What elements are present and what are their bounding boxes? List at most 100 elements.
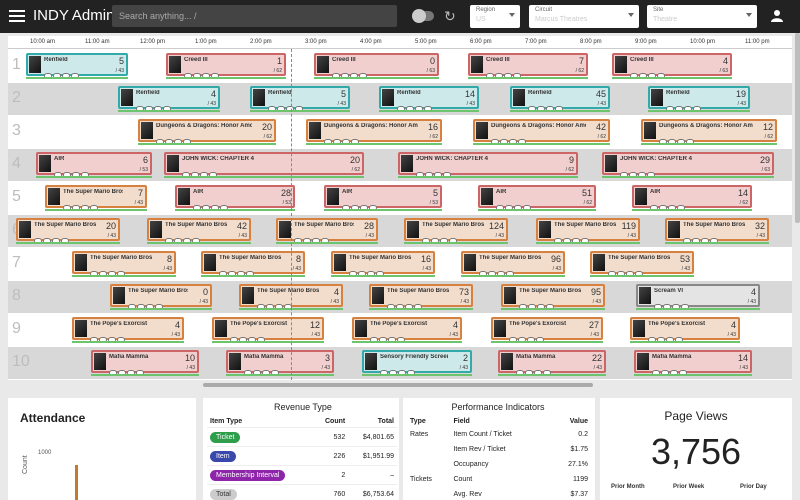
site-select[interactable]: Site Theatre xyxy=(647,5,757,28)
poster-thumbnail xyxy=(253,89,265,106)
showtime-card[interactable]: Renfield 5 / 43 xyxy=(26,53,128,79)
showtime-card[interactable]: Mafia Mamma 3 / 43 xyxy=(226,350,334,376)
showtime-card[interactable]: AIR 51 / 62 xyxy=(478,185,596,211)
showtime-card[interactable]: The Super Mario Bros... 16 / 43 xyxy=(331,251,435,277)
showtime-card[interactable]: The Super Mario Bros. M... 7 / 43 xyxy=(45,185,147,211)
showtime-card[interactable]: Renfield 4 / 43 xyxy=(118,86,220,112)
showtime-card[interactable]: The Super Mario Bros... 119 / 43 xyxy=(536,218,640,244)
indicator-type xyxy=(407,457,450,472)
showtime-card[interactable]: Mafia Mamma 14 / 43 xyxy=(634,350,752,376)
ticket-count: 4 xyxy=(730,320,736,330)
showtime-card[interactable]: Renfield 14 / 43 xyxy=(379,86,479,112)
showtime-card[interactable]: The Super Mario Bros... 42 / 43 xyxy=(147,218,251,244)
screen-number: 2 xyxy=(12,89,21,106)
showtime-card[interactable]: The Pope's Exorcist 4 / 43 xyxy=(352,317,462,343)
showtime-card[interactable]: Dungeons & Dragons: Honor Among Thi... 20… xyxy=(138,119,276,145)
showtime-card[interactable]: The Super Mario Bros... 20 / 43 xyxy=(16,218,120,244)
showtime-card[interactable]: Creed III 1 / 62 xyxy=(166,53,286,79)
seat-capacity: / 43 xyxy=(207,101,216,107)
poster-thumbnail xyxy=(167,155,179,172)
circuit-select[interactable]: Circuit Marcus Theatres xyxy=(529,5,639,28)
showtime-card[interactable]: JOHN WICK: CHAPTER 4 20 / 62 xyxy=(164,152,364,178)
showtime-card[interactable]: The Super Mario Bros... 53 / 43 xyxy=(590,251,694,277)
occupancy-bar xyxy=(352,341,462,343)
indicator-field: Occupancy xyxy=(453,461,489,468)
showtime-title: Dungeons & Dragons: Honor Among Thi... xyxy=(324,123,418,129)
showtime-card[interactable]: Creed III 4 / 63 xyxy=(612,53,732,79)
showtime-title: The Super Mario Bros... xyxy=(554,222,616,228)
showtime-card[interactable]: AIR 14 / 62 xyxy=(632,185,752,211)
showtime-card[interactable]: Mafia Mamma 10 / 43 xyxy=(91,350,199,376)
format-badges xyxy=(387,297,437,310)
showtime-card[interactable]: The Super Mario Bros... 8 / 43 xyxy=(201,251,305,277)
showtime-card[interactable]: Dungeons & Dragons: Honor Among Thi... 16… xyxy=(306,119,442,145)
format-badges xyxy=(491,132,541,145)
time-tick: 2:00 pm xyxy=(250,39,272,45)
time-axis: 10:00 am 11:00 am 12:00 pm 1:00 pm 2:00 pm 3:… xyxy=(8,36,792,49)
timeline-scrollbar[interactable] xyxy=(203,383,593,387)
indicator-value: $7.37 xyxy=(570,491,588,498)
col-field: Field xyxy=(453,418,470,425)
seat-capacity: / 43 xyxy=(681,266,690,272)
showtime-card[interactable]: The Super Mario Bros... 0 / 43 xyxy=(110,284,212,310)
format-badges xyxy=(184,66,234,79)
view-toggle[interactable] xyxy=(412,9,434,23)
showtime-card[interactable]: The Pope's Exorcist 12 / 43 xyxy=(212,317,324,343)
showtime-title: Creed III xyxy=(486,57,510,63)
prior-month-label: Prior Month xyxy=(611,484,645,490)
showtime-card[interactable]: Creed III 7 / 62 xyxy=(468,53,588,79)
poster-thumbnail xyxy=(121,89,133,106)
showtime-title: Renfield xyxy=(666,90,690,96)
revenue-total: – xyxy=(348,465,397,485)
page-scrollbar[interactable] xyxy=(795,33,800,223)
refresh-icon[interactable]: ↻ xyxy=(444,8,456,25)
region-select[interactable]: Region US xyxy=(470,5,520,28)
screen-number: 7 xyxy=(12,254,21,271)
showtime-title: Dungeons & Dragons: Honor Among Thi... xyxy=(156,123,252,129)
showtime-card[interactable]: Scream VI 4 / 43 xyxy=(636,284,760,310)
poster-thumbnail xyxy=(539,221,551,238)
revenue-count: 2 xyxy=(313,465,349,485)
showtime-card[interactable]: The Super Mario Bros... 8 / 43 xyxy=(72,251,176,277)
showtime-card[interactable]: Sensory Friendly Screening - ... 2 / 43 xyxy=(362,350,472,376)
format-badges xyxy=(516,363,566,376)
showtime-card[interactable]: JOHN WICK: CHAPTER 4 9 / 62 xyxy=(398,152,578,178)
occupancy-bar xyxy=(110,308,212,310)
search-input[interactable]: Search anything... / xyxy=(112,5,397,27)
showtime-title: The Super Mario Bros... xyxy=(257,288,319,294)
time-tick: 6:00 pm xyxy=(470,39,492,45)
indicator-field: Count xyxy=(453,476,473,483)
menu-icon[interactable] xyxy=(9,8,25,24)
showtime-card[interactable]: AIR 6 / 53 xyxy=(36,152,152,178)
showtime-card[interactable]: The Pope's Exorcist 4 / 43 xyxy=(72,317,184,343)
showtime-card[interactable]: The Super Mario Bros... 32 / 43 xyxy=(665,218,769,244)
showtime-card[interactable]: Renfield 19 / 43 xyxy=(648,86,750,112)
showtime-card[interactable]: The Pope's Exorcist 4 / 43 xyxy=(630,317,740,343)
showtime-card[interactable]: The Super Mario Bros... 73 / 43 xyxy=(369,284,473,310)
indicator-value: 0.2 xyxy=(578,431,588,438)
account-icon[interactable] xyxy=(770,9,784,23)
ticket-count: 42 xyxy=(595,122,606,132)
showtime-card[interactable]: The Super Mario Bros... 124 / 43 xyxy=(404,218,508,244)
showtime-card[interactable]: Renfield 5 / 43 xyxy=(250,86,350,112)
showtime-card[interactable]: AIR 28 / 53 xyxy=(175,185,295,211)
showtime-card[interactable]: The Pope's Exorcist 27 / 43 xyxy=(491,317,603,343)
showtime-card[interactable]: AIR 5 / 53 xyxy=(324,185,442,211)
seat-capacity: / 62 xyxy=(263,134,272,140)
poster-thumbnail xyxy=(365,353,377,370)
attendance-tick: 1000 xyxy=(38,450,52,456)
showtime-card[interactable]: Dungeons & Dragons: Honor Among Thi... 12… xyxy=(641,119,777,145)
seat-capacity: / 43 xyxy=(107,233,116,239)
showtime-card[interactable]: JOHN WICK: CHAPTER 4 29 / 63 xyxy=(602,152,774,178)
showtime-card[interactable]: The Super Mario Bros... 96 / 43 xyxy=(461,251,565,277)
poster-thumbnail xyxy=(639,287,651,304)
showtime-card[interactable]: Dungeons & Dragons: Honor Among Thi... 42… xyxy=(473,119,610,145)
showtime-title: The Pope's Exorcist xyxy=(509,321,567,327)
showtime-card[interactable]: Creed III 0 / 63 xyxy=(314,53,439,79)
showtime-card[interactable]: The Super Mario Bros... 95 / 43 xyxy=(501,284,605,310)
ticket-count: 124 xyxy=(488,221,504,231)
occupancy-bar xyxy=(138,143,276,145)
showtime-card[interactable]: Mafia Mamma 22 / 43 xyxy=(498,350,606,376)
showtime-card[interactable]: Renfield 45 / 43 xyxy=(510,86,610,112)
format-badges xyxy=(496,198,546,211)
